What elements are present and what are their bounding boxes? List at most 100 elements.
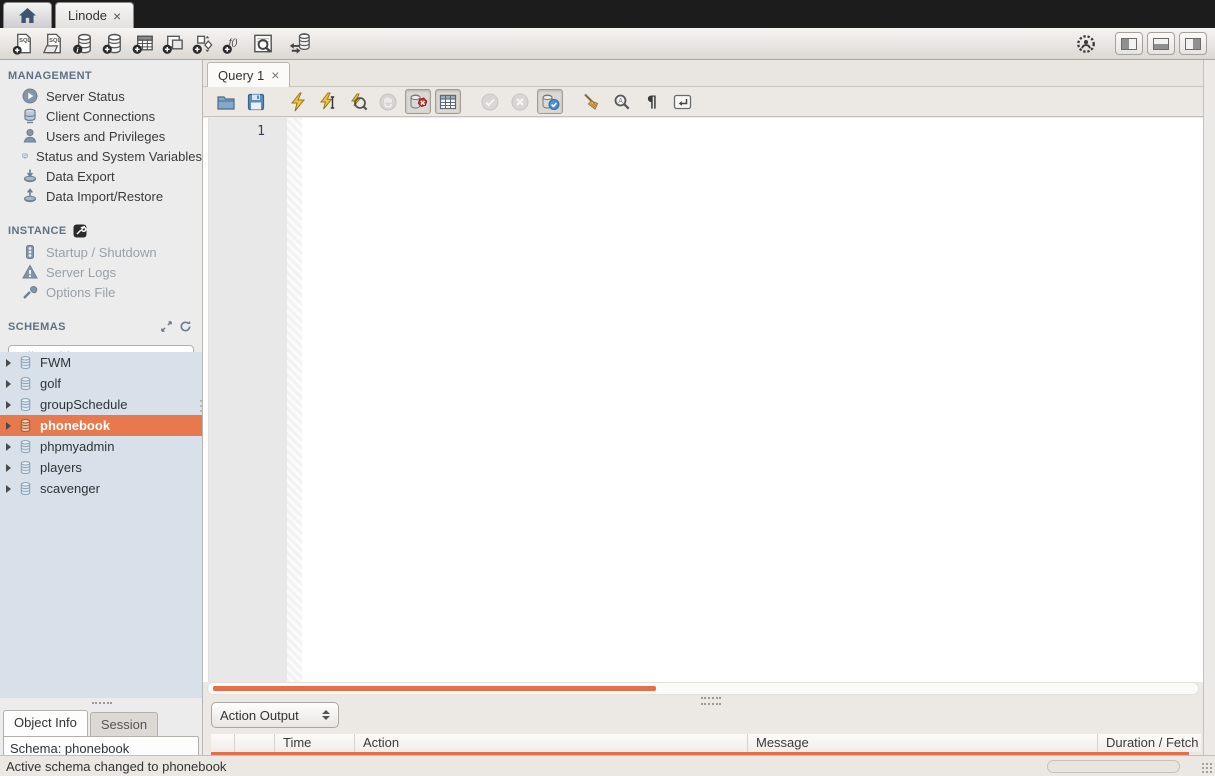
output-view-selector[interactable]: Action Output	[211, 702, 339, 728]
connection-tab[interactable]: Linode ×	[55, 2, 134, 28]
schemas-title: SCHEMAS	[8, 321, 66, 333]
tab-object-info[interactable]: Object Info	[3, 710, 88, 736]
schema-row-phonebook[interactable]: phonebook	[0, 415, 202, 436]
new-sql-editor-button[interactable]: SQL	[8, 30, 38, 58]
schemas-section-header: SCHEMAS	[0, 302, 202, 337]
toggle-left-panel-button[interactable]	[1115, 32, 1143, 55]
schema-name: scavenger	[40, 481, 100, 496]
sidebar-item-client-connections[interactable]: Client Connections	[0, 106, 202, 126]
column-header-action[interactable]: Action	[355, 734, 748, 752]
column-header-time[interactable]: Time	[275, 734, 355, 752]
toggle-bottom-panel-button[interactable]	[1147, 32, 1175, 55]
sidebar-item-data-import[interactable]: Data Import/Restore	[0, 186, 202, 206]
sidebar-item-label: Startup / Shutdown	[46, 245, 157, 260]
column-header-blank2[interactable]	[235, 734, 275, 752]
column-label: Action	[363, 735, 399, 750]
editor-hscrollbar[interactable]	[207, 682, 1199, 695]
beautify-script-button[interactable]	[579, 89, 605, 114]
query-area: Query 1 ×	[203, 60, 1203, 755]
editor-text-area[interactable]	[302, 118, 1203, 682]
toggle-word-wrap-button[interactable]	[669, 89, 695, 114]
column-header-duration-fetch[interactable]: Duration / Fetch	[1098, 734, 1201, 752]
output-panel: Action Output Time Action Message Durati…	[203, 705, 1215, 755]
explain-plan-button[interactable]	[345, 89, 371, 114]
schema-row-phpmyadmin[interactable]: phpmyadmin	[0, 436, 202, 457]
toggle-autocommit-button[interactable]	[537, 89, 563, 114]
editor-hscrollbar-thumb[interactable]	[213, 686, 656, 691]
sidebar-item-options-file[interactable]: Options File	[0, 282, 202, 302]
sidebar-item-server-logs[interactable]: Server Logs	[0, 262, 202, 282]
search-table-data-button[interactable]	[248, 30, 278, 58]
create-table-button[interactable]	[128, 30, 158, 58]
schema-row-fwm[interactable]: FWM	[0, 352, 202, 373]
close-query-tab-icon[interactable]: ×	[271, 68, 279, 82]
save-button[interactable]	[243, 89, 269, 114]
find-button[interactable]: A	[609, 89, 635, 114]
schema-name: players	[40, 460, 82, 475]
rollback-button[interactable]	[507, 89, 533, 114]
sql-editor[interactable]: 1	[203, 118, 1203, 682]
sidebar-item-status-system-variables[interactable]: Status and System Variables	[0, 146, 202, 166]
expand-arrow-icon[interactable]	[6, 464, 11, 472]
schema-inspector-button[interactable]: i	[68, 30, 98, 58]
execute-script-button[interactable]	[285, 89, 311, 114]
sidebar-item-startup-shutdown[interactable]: Startup / Shutdown	[0, 242, 202, 262]
procedure-plus-icon	[191, 32, 216, 56]
expand-icon[interactable]	[160, 320, 173, 333]
sidebar-item-users-privileges[interactable]: Users and Privileges	[0, 126, 202, 146]
create-schema-button[interactable]	[98, 30, 128, 58]
expand-arrow-icon[interactable]	[6, 485, 11, 493]
output-view-selector-value: Action Output	[220, 708, 299, 723]
sidebar-item-data-export[interactable]: Data Export	[0, 166, 202, 186]
window-resize-grip-icon[interactable]	[1201, 762, 1212, 773]
line-number-gutter: 1	[209, 118, 287, 682]
close-tab-icon[interactable]: ×	[113, 9, 121, 23]
commit-button[interactable]	[477, 89, 503, 114]
create-view-button[interactable]	[158, 30, 188, 58]
column-header-blank1[interactable]	[211, 734, 235, 752]
database-icon	[18, 397, 33, 412]
user-icon	[22, 128, 38, 144]
commit-check-icon	[481, 93, 499, 111]
management-section-header: MANAGEMENT	[0, 60, 202, 86]
expand-arrow-icon[interactable]	[6, 401, 11, 409]
expand-arrow-icon[interactable]	[6, 422, 11, 430]
preferences-button[interactable]	[1071, 30, 1101, 58]
schema-row-scavenger[interactable]: scavenger	[0, 478, 202, 499]
toggle-stop-on-error-button[interactable]	[405, 89, 431, 114]
create-procedure-button[interactable]	[188, 30, 218, 58]
expand-arrow-icon[interactable]	[6, 359, 11, 367]
open-sql-script-button[interactable]: SQL	[38, 30, 68, 58]
wrench-icon	[22, 284, 38, 300]
reconnect-dbms-button[interactable]	[284, 30, 314, 58]
open-file-button[interactable]	[213, 89, 239, 114]
tab-query-1[interactable]: Query 1 ×	[207, 62, 290, 87]
column-header-message[interactable]: Message	[748, 734, 1098, 752]
execute-current-statement-button[interactable]	[315, 89, 341, 114]
home-tab[interactable]	[3, 2, 52, 28]
sidebar-item-server-status[interactable]: Server Status	[0, 86, 202, 106]
toggle-invisible-characters-button[interactable]: ¶	[639, 89, 665, 114]
stop-query-button[interactable]	[375, 89, 401, 114]
schema-row-groupschedule[interactable]: groupSchedule	[0, 394, 202, 415]
svg-text:A: A	[618, 98, 623, 105]
output-splitter-grip[interactable]	[701, 697, 721, 705]
schema-row-players[interactable]: players	[0, 457, 202, 478]
monitor-chart-icon	[22, 148, 28, 164]
title-tab-bar: Linode ×	[0, 0, 1215, 28]
toggle-right-panel-button[interactable]	[1179, 32, 1207, 55]
schema-row-golf[interactable]: golf	[0, 373, 202, 394]
expand-arrow-icon[interactable]	[6, 443, 11, 451]
traffic-light-icon	[22, 244, 38, 260]
sidebar-splitter-grip[interactable]	[92, 702, 112, 706]
limit-rows-button[interactable]	[435, 89, 461, 114]
main-toolbar: SQL SQL i f()	[0, 28, 1215, 60]
refresh-icon[interactable]	[179, 320, 192, 333]
expand-arrow-icon[interactable]	[6, 380, 11, 388]
broom-icon	[582, 92, 602, 112]
stop-on-error-icon	[408, 92, 428, 112]
warning-triangle-icon	[22, 264, 38, 280]
output-table-header: Time Action Message Duration / Fetch	[211, 734, 1201, 752]
tab-session[interactable]: Session	[90, 712, 158, 736]
create-function-button[interactable]: f()	[218, 30, 248, 58]
